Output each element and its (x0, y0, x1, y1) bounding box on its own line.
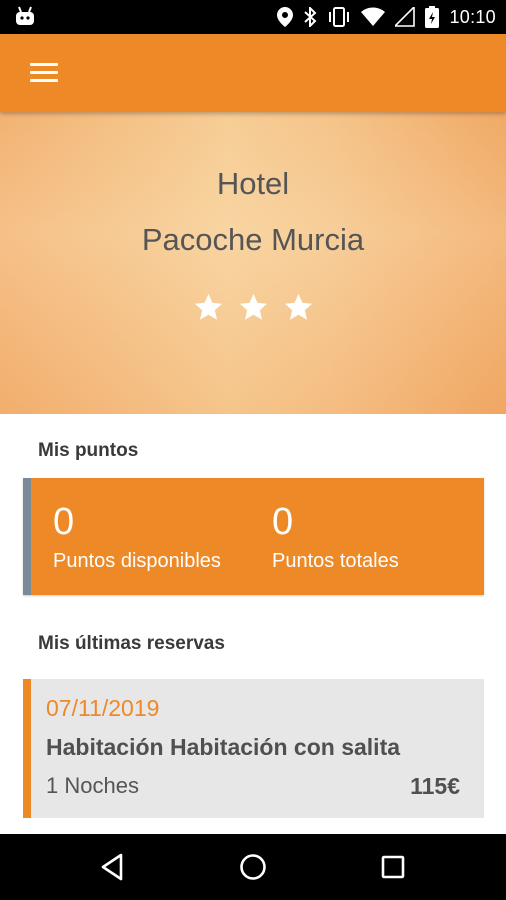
available-points-label: Puntos disponibles (53, 550, 221, 572)
app-bar (0, 34, 506, 112)
bluetooth-icon (304, 7, 317, 27)
star-icon (194, 293, 222, 320)
hamburger-menu-icon[interactable] (30, 63, 58, 85)
hotel-title-line1: Hotel (216, 166, 290, 201)
available-points-value: 0 (53, 501, 75, 543)
back-icon[interactable] (97, 851, 129, 883)
bookings-section-title: Mis últimas reservas (38, 633, 225, 654)
booking-price: 115€ (410, 773, 460, 799)
star-icon (239, 293, 267, 320)
recent-apps-icon[interactable] (377, 851, 409, 883)
points-card: 0 Puntos disponibles 0 Puntos totales (23, 478, 484, 595)
total-points-value: 0 (272, 501, 294, 543)
star-icon (284, 293, 312, 320)
available-points: 0 Puntos disponibles (53, 500, 221, 573)
battery-icon (425, 6, 440, 28)
hotel-name: Pacoche Murcia (141, 222, 365, 257)
hotel-header-banner (0, 112, 506, 414)
points-section-title: Mis puntos (38, 440, 139, 461)
android-icon (16, 6, 34, 25)
booking-card[interactable]: 07/11/2019 Habitación Habitación con sal… (23, 679, 484, 818)
total-points-label: Puntos totales (272, 550, 399, 572)
signal-icon (395, 7, 416, 27)
vibrate-icon (329, 7, 350, 27)
status-bar: 10:10 (0, 0, 506, 34)
system-navigation-bar (0, 834, 506, 900)
clock: 10:10 (449, 6, 496, 27)
total-points: 0 Puntos totales (272, 500, 399, 573)
location-icon (277, 7, 294, 27)
home-icon[interactable] (237, 851, 269, 883)
booking-nights: 1 Noches (46, 773, 139, 798)
booking-room: Habitación Habitación con salita (46, 734, 401, 760)
booking-date: 07/11/2019 (46, 695, 160, 721)
hotel-star-rating (0, 292, 506, 323)
wifi-icon (361, 7, 386, 26)
